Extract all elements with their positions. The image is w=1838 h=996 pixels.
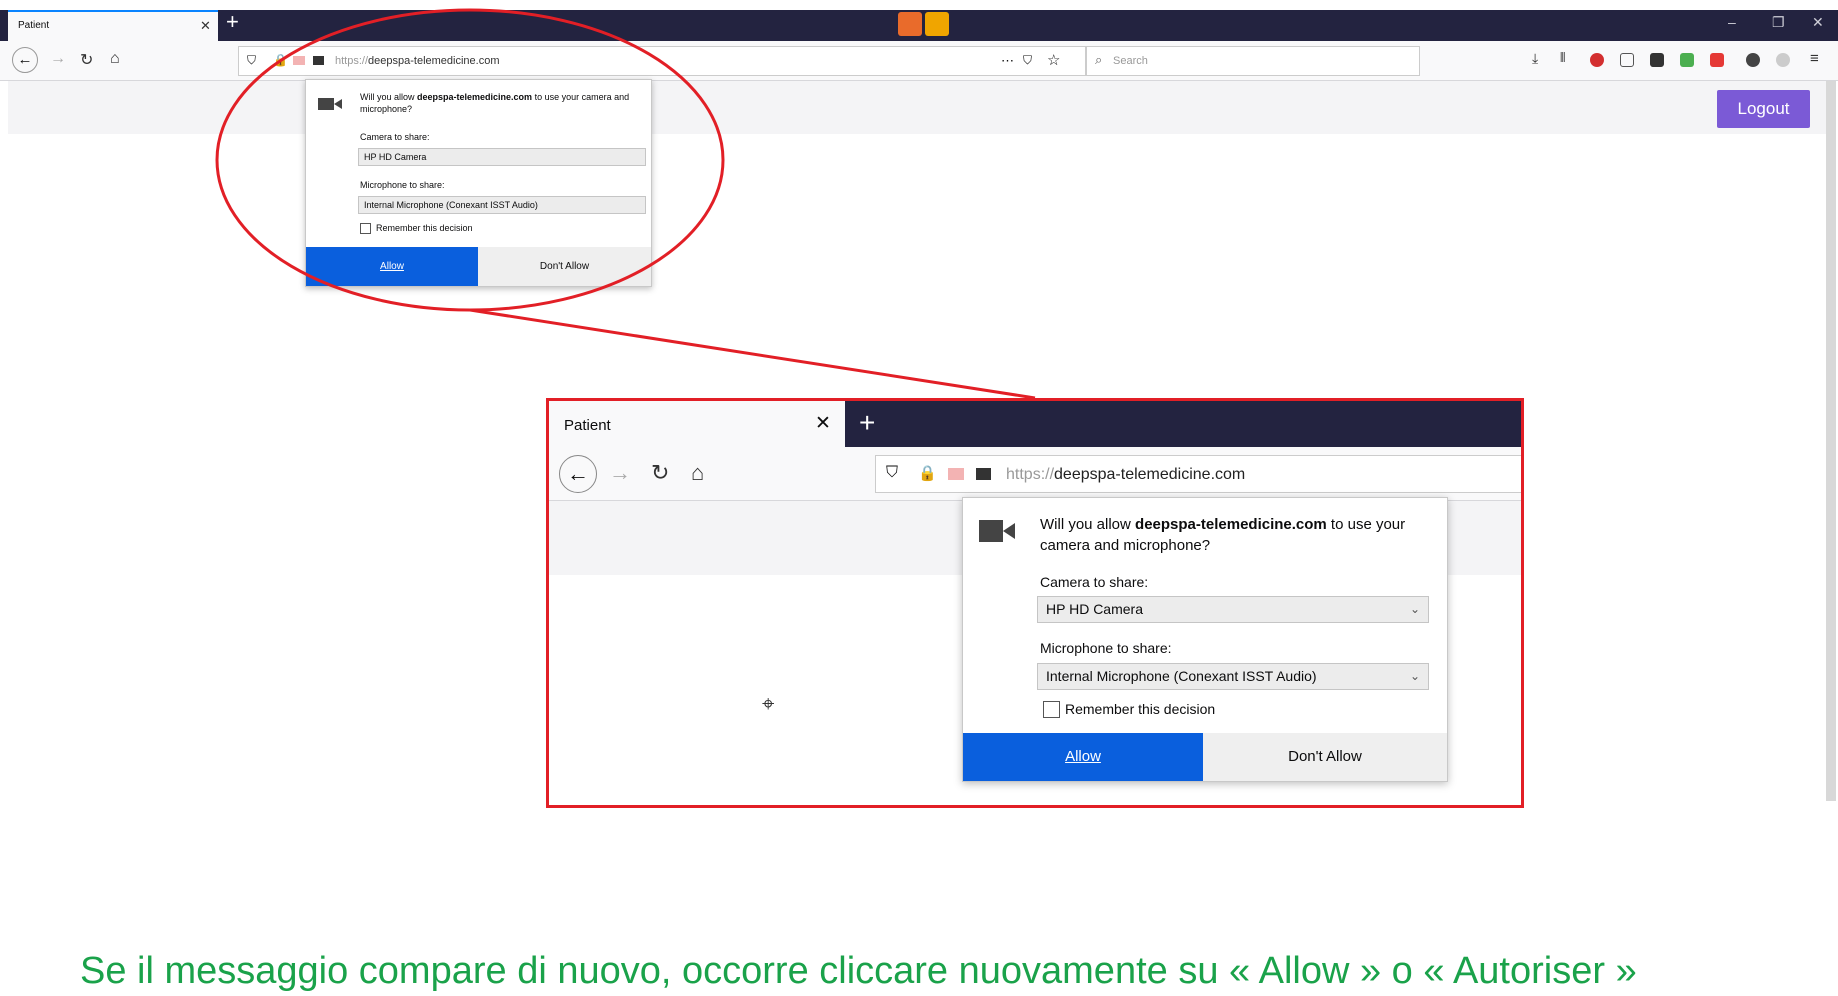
annotation-overlay: [215, 8, 1036, 400]
instruction-caption: Se il messaggio compare di nuovo, occorr…: [80, 950, 1637, 992]
highlight-ellipse: [215, 8, 725, 312]
connector-line: [469, 308, 1036, 400]
